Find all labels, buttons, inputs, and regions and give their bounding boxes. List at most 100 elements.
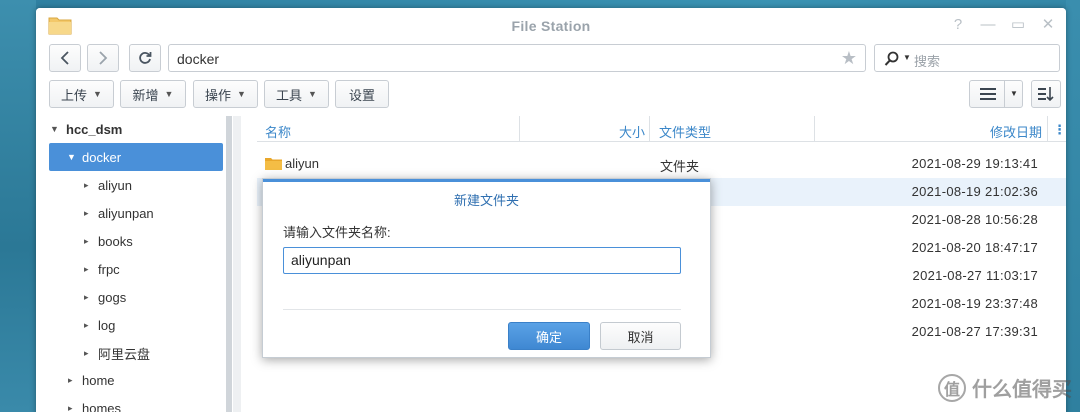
tree-item-home[interactable]: ▸ home — [68, 367, 115, 393]
sort-button[interactable] — [1031, 80, 1061, 108]
table-row[interactable]: aliyun 文件夹 2021-08-29 19:13:41 — [257, 150, 1066, 178]
column-divider[interactable] — [1047, 116, 1048, 142]
caret-right-icon[interactable]: ▸ — [68, 403, 80, 412]
title-bar[interactable]: File Station ? — ▭ ✕ — [36, 8, 1066, 44]
caret-down-icon: ▼ — [308, 89, 317, 99]
back-button[interactable] — [49, 44, 81, 72]
refresh-button[interactable] — [129, 44, 161, 72]
tree-item-aliyun[interactable]: ▸ aliyun — [84, 172, 132, 198]
create-button[interactable]: 新增 ▼ — [120, 80, 186, 108]
dialog-divider — [283, 309, 681, 310]
column-modified[interactable]: 修改日期 — [990, 122, 1042, 141]
tree-item-label: aliyun — [98, 177, 132, 193]
column-divider[interactable] — [649, 116, 650, 142]
search-dropdown-icon[interactable]: ▼ — [903, 53, 911, 62]
caret-down-icon: ▼ — [93, 89, 102, 99]
column-type[interactable]: 文件类型 — [659, 122, 711, 141]
view-mode-button[interactable]: ▼ — [969, 80, 1023, 108]
file-modified: 2021-08-19 21:02:36 — [911, 184, 1038, 199]
path-text: docker — [177, 51, 220, 67]
file-modified: 2021-08-19 23:37:48 — [911, 296, 1038, 311]
chevron-right-icon — [99, 51, 108, 65]
caret-down-icon: ▼ — [164, 89, 174, 99]
caret-right-icon[interactable]: ▸ — [68, 375, 80, 386]
tree-item-label: home — [82, 372, 115, 388]
caret-right-icon[interactable]: ▸ — [84, 180, 96, 191]
file-modified: 2021-08-27 11:03:17 — [912, 268, 1038, 283]
column-size[interactable]: 大小 — [619, 122, 645, 141]
search-placeholder: 搜索 — [914, 54, 941, 69]
tree-item-docker[interactable]: ▼ docker — [49, 143, 223, 171]
watermark-logo-icon: 值 — [938, 373, 966, 402]
desktop-background-right — [1066, 0, 1080, 412]
tree-item-label: gogs — [98, 289, 127, 305]
action-button[interactable]: 操作 ▼ — [193, 80, 258, 108]
caret-down-icon[interactable]: ▼ — [1010, 89, 1018, 98]
window-title: File Station — [511, 18, 591, 34]
caret-right-icon[interactable]: ▸ — [84, 236, 96, 247]
help-icon[interactable]: ? — [950, 17, 966, 33]
cancel-button[interactable]: 取消 — [600, 322, 681, 350]
tree-item-label: docker — [82, 149, 122, 165]
maximize-icon[interactable]: ▭ — [1010, 17, 1026, 33]
tree-item-books[interactable]: ▸ books — [84, 228, 133, 254]
caret-right-icon[interactable]: ▸ — [84, 320, 96, 331]
file-modified: 2021-08-27 17:39:31 — [911, 324, 1038, 339]
action-label: 操作 — [205, 87, 232, 103]
tree-item-gogs[interactable]: ▸ gogs — [84, 284, 126, 310]
caret-right-icon[interactable]: ▸ — [84, 348, 96, 359]
favorite-star-icon[interactable]: ★ — [841, 48, 857, 69]
column-divider[interactable] — [519, 116, 520, 142]
confirm-button[interactable]: 确定 — [508, 322, 590, 350]
settings-button[interactable]: 设置 — [335, 80, 389, 108]
column-name[interactable]: 名称 — [265, 122, 291, 141]
column-divider[interactable] — [814, 116, 815, 142]
tools-label: 工具 — [276, 87, 303, 103]
sort-icon — [1038, 87, 1054, 101]
watermark: 值 什么值得买 — [938, 373, 1072, 402]
tree-item-label: aliyunpan — [98, 205, 154, 221]
desktop-background-left — [0, 0, 36, 412]
tree-item-frpc[interactable]: ▸ frpc — [84, 256, 120, 282]
tree-root-label: hcc_dsm — [66, 121, 123, 137]
dialog-title: 新建文件夹 — [453, 193, 519, 208]
sidebar-splitter[interactable] — [233, 116, 241, 412]
tree-item-label: books — [98, 233, 133, 249]
caret-right-icon[interactable]: ▸ — [84, 208, 96, 219]
watermark-text: 什么值得买 — [972, 379, 1072, 401]
path-field[interactable]: docker ★ — [168, 44, 866, 72]
forward-button[interactable] — [87, 44, 119, 72]
tools-button[interactable]: 工具 ▼ — [264, 80, 329, 108]
tree-item-label: log — [98, 317, 116, 333]
split-divider — [1004, 81, 1005, 107]
caret-right-icon[interactable]: ▸ — [84, 264, 96, 275]
settings-label: 设置 — [348, 87, 375, 103]
chevron-left-icon — [60, 51, 69, 65]
folder-name-label: 请输入文件夹名称: — [283, 225, 391, 240]
sidebar-scrollbar[interactable] — [226, 116, 232, 412]
search-icon — [884, 51, 899, 66]
folder-name-field[interactable]: aliyunpan — [283, 247, 681, 274]
caret-down-icon: ▼ — [237, 89, 246, 99]
caret-down-icon[interactable]: ▼ — [67, 152, 79, 162]
tree-item-log[interactable]: ▸ log — [84, 312, 115, 338]
tree-item-label: homes — [82, 400, 122, 412]
column-options-icon[interactable]: ⋮ — [1053, 122, 1066, 138]
file-name: aliyun — [285, 156, 319, 171]
caret-down-icon[interactable]: ▼ — [50, 124, 62, 134]
search-input[interactable]: ▼ 搜索 — [874, 44, 1060, 72]
upload-button[interactable]: 上传 ▼ — [49, 80, 114, 108]
caret-right-icon[interactable]: ▸ — [84, 292, 96, 303]
create-label: 新增 — [132, 87, 159, 103]
tree-item-aliyunpan[interactable]: ▸ aliyunpan — [84, 200, 154, 226]
tree-item-label: frpc — [98, 261, 120, 277]
tree-item-label: 阿里云盘 — [98, 346, 151, 362]
close-icon[interactable]: ✕ — [1040, 17, 1056, 33]
file-modified: 2021-08-20 18:47:17 — [911, 240, 1038, 255]
minimize-icon[interactable]: — — [980, 17, 996, 33]
file-type: 文件夹 — [660, 159, 700, 174]
tree-root-item[interactable]: ▼ hcc_dsm — [50, 116, 222, 142]
tree-item-aliyun-drive[interactable]: ▸ 阿里云盘 — [84, 340, 150, 366]
file-modified: 2021-08-29 19:13:41 — [911, 156, 1038, 171]
tree-item-homes[interactable]: ▸ homes — [68, 395, 121, 412]
